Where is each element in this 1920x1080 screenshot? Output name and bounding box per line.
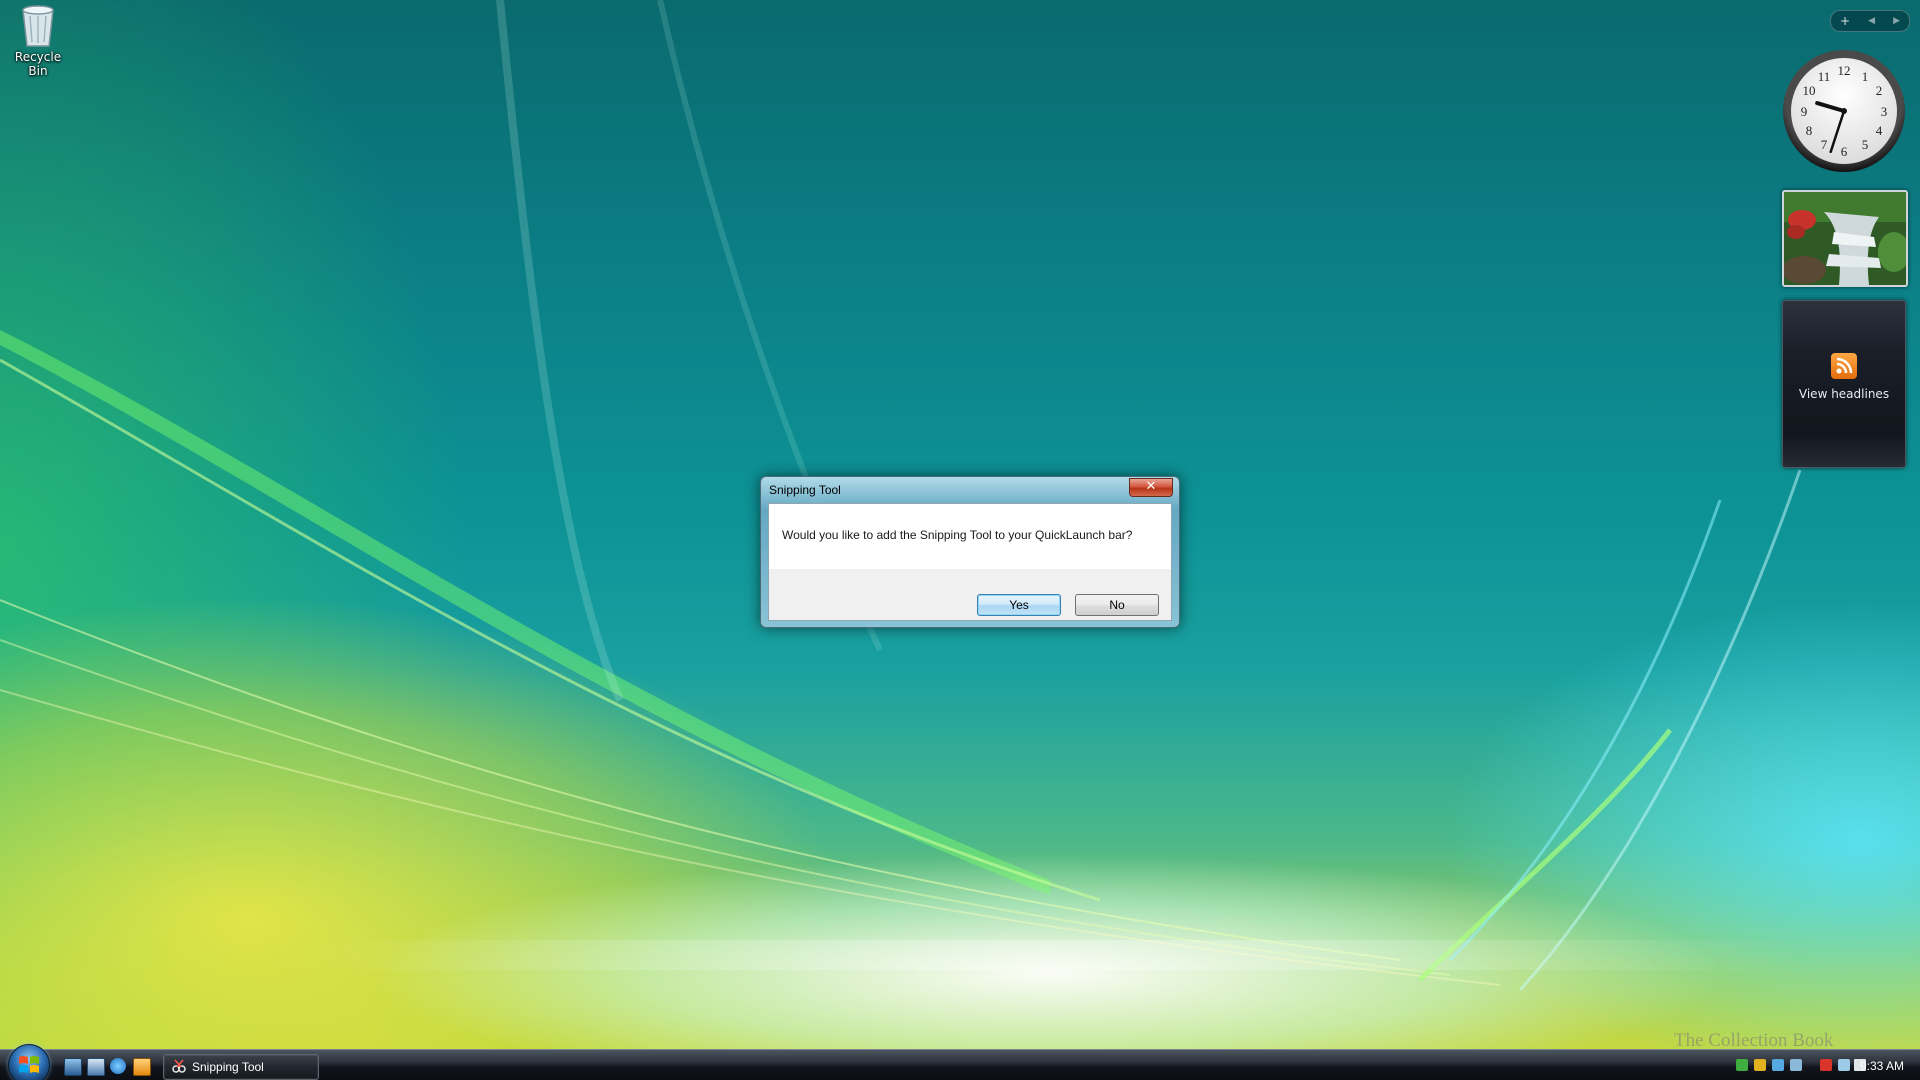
snipping-tool-icon	[172, 1059, 186, 1073]
dialog-title: Snipping Tool	[769, 483, 841, 497]
close-button[interactable]: ✕	[1129, 478, 1173, 497]
yes-button[interactable]: Yes	[977, 594, 1061, 616]
svg-text:12: 12	[1838, 63, 1851, 78]
sync-status-icon[interactable]	[1772, 1059, 1784, 1071]
dialog-message-area: Would you like to add the Snipping Tool …	[769, 504, 1171, 569]
next-gadget-page-button[interactable]: ▶	[1893, 16, 1900, 26]
desktop: Recycle Bin + ◀ ▶ 1212 345 678 91011	[0, 0, 1920, 1080]
desktop-icon-recycle-bin[interactable]: Recycle Bin	[4, 2, 72, 78]
svg-text:7: 7	[1821, 137, 1828, 152]
svg-text:5: 5	[1862, 137, 1869, 152]
close-icon: ✕	[1145, 479, 1157, 494]
svg-text:11: 11	[1818, 69, 1831, 84]
network-status-icon[interactable]	[1736, 1059, 1748, 1071]
alert-icon[interactable]	[1820, 1059, 1832, 1071]
show-desktop-icon[interactable]	[64, 1058, 82, 1076]
sidebar-controls: + ◀ ▶	[1830, 10, 1910, 32]
recycle-bin-icon	[22, 5, 54, 47]
svg-text:9: 9	[1801, 104, 1808, 119]
svg-text:10: 10	[1803, 83, 1816, 98]
slideshow-gadget[interactable]	[1782, 190, 1908, 287]
desktop-icon-label: Recycle Bin	[14, 50, 62, 78]
taskbar-button-snipping-tool[interactable]: Snipping Tool	[163, 1054, 319, 1080]
start-button[interactable]	[8, 1044, 50, 1080]
network-connection-icon[interactable]	[1790, 1059, 1802, 1071]
prev-gadget-page-button[interactable]: ◀	[1868, 16, 1875, 26]
no-button[interactable]: No	[1075, 594, 1159, 616]
display-icon[interactable]	[1838, 1059, 1850, 1071]
svg-text:1: 1	[1862, 69, 1869, 84]
feed-headlines-gadget[interactable]: View headlines	[1782, 300, 1906, 468]
internet-explorer-icon[interactable]	[110, 1058, 126, 1074]
taskbar: Snipping Tool 9:33 AM	[0, 1044, 1920, 1080]
rss-icon	[1831, 353, 1857, 379]
taskbar-button-label: Snipping Tool	[192, 1060, 264, 1074]
svg-text:6: 6	[1841, 144, 1848, 159]
dialog-titlebar[interactable]: Snipping Tool ✕	[761, 477, 1179, 501]
security-shield-icon[interactable]	[1754, 1059, 1766, 1071]
taskbar-clock[interactable]: 9:33 AM	[1860, 1059, 1904, 1073]
view-headlines-link[interactable]: View headlines	[1783, 387, 1905, 401]
waterfall-photo	[1784, 192, 1906, 285]
svg-text:3: 3	[1881, 104, 1888, 119]
svg-text:8: 8	[1806, 123, 1813, 138]
switch-windows-icon[interactable]	[87, 1058, 105, 1076]
svg-text:2: 2	[1876, 83, 1883, 98]
clock-gadget[interactable]: 12 12 345 678 91011	[1781, 48, 1907, 174]
add-gadget-button[interactable]: +	[1840, 14, 1850, 28]
dialog-message: Would you like to add the Snipping Tool …	[782, 528, 1133, 542]
windows-logo-icon	[19, 1056, 39, 1073]
media-player-icon[interactable]	[133, 1058, 151, 1076]
dialog-client-area: Would you like to add the Snipping Tool …	[768, 503, 1172, 621]
svg-text:4: 4	[1876, 123, 1883, 138]
snipping-tool-dialog: Snipping Tool ✕ Would you like to add th…	[760, 476, 1180, 628]
